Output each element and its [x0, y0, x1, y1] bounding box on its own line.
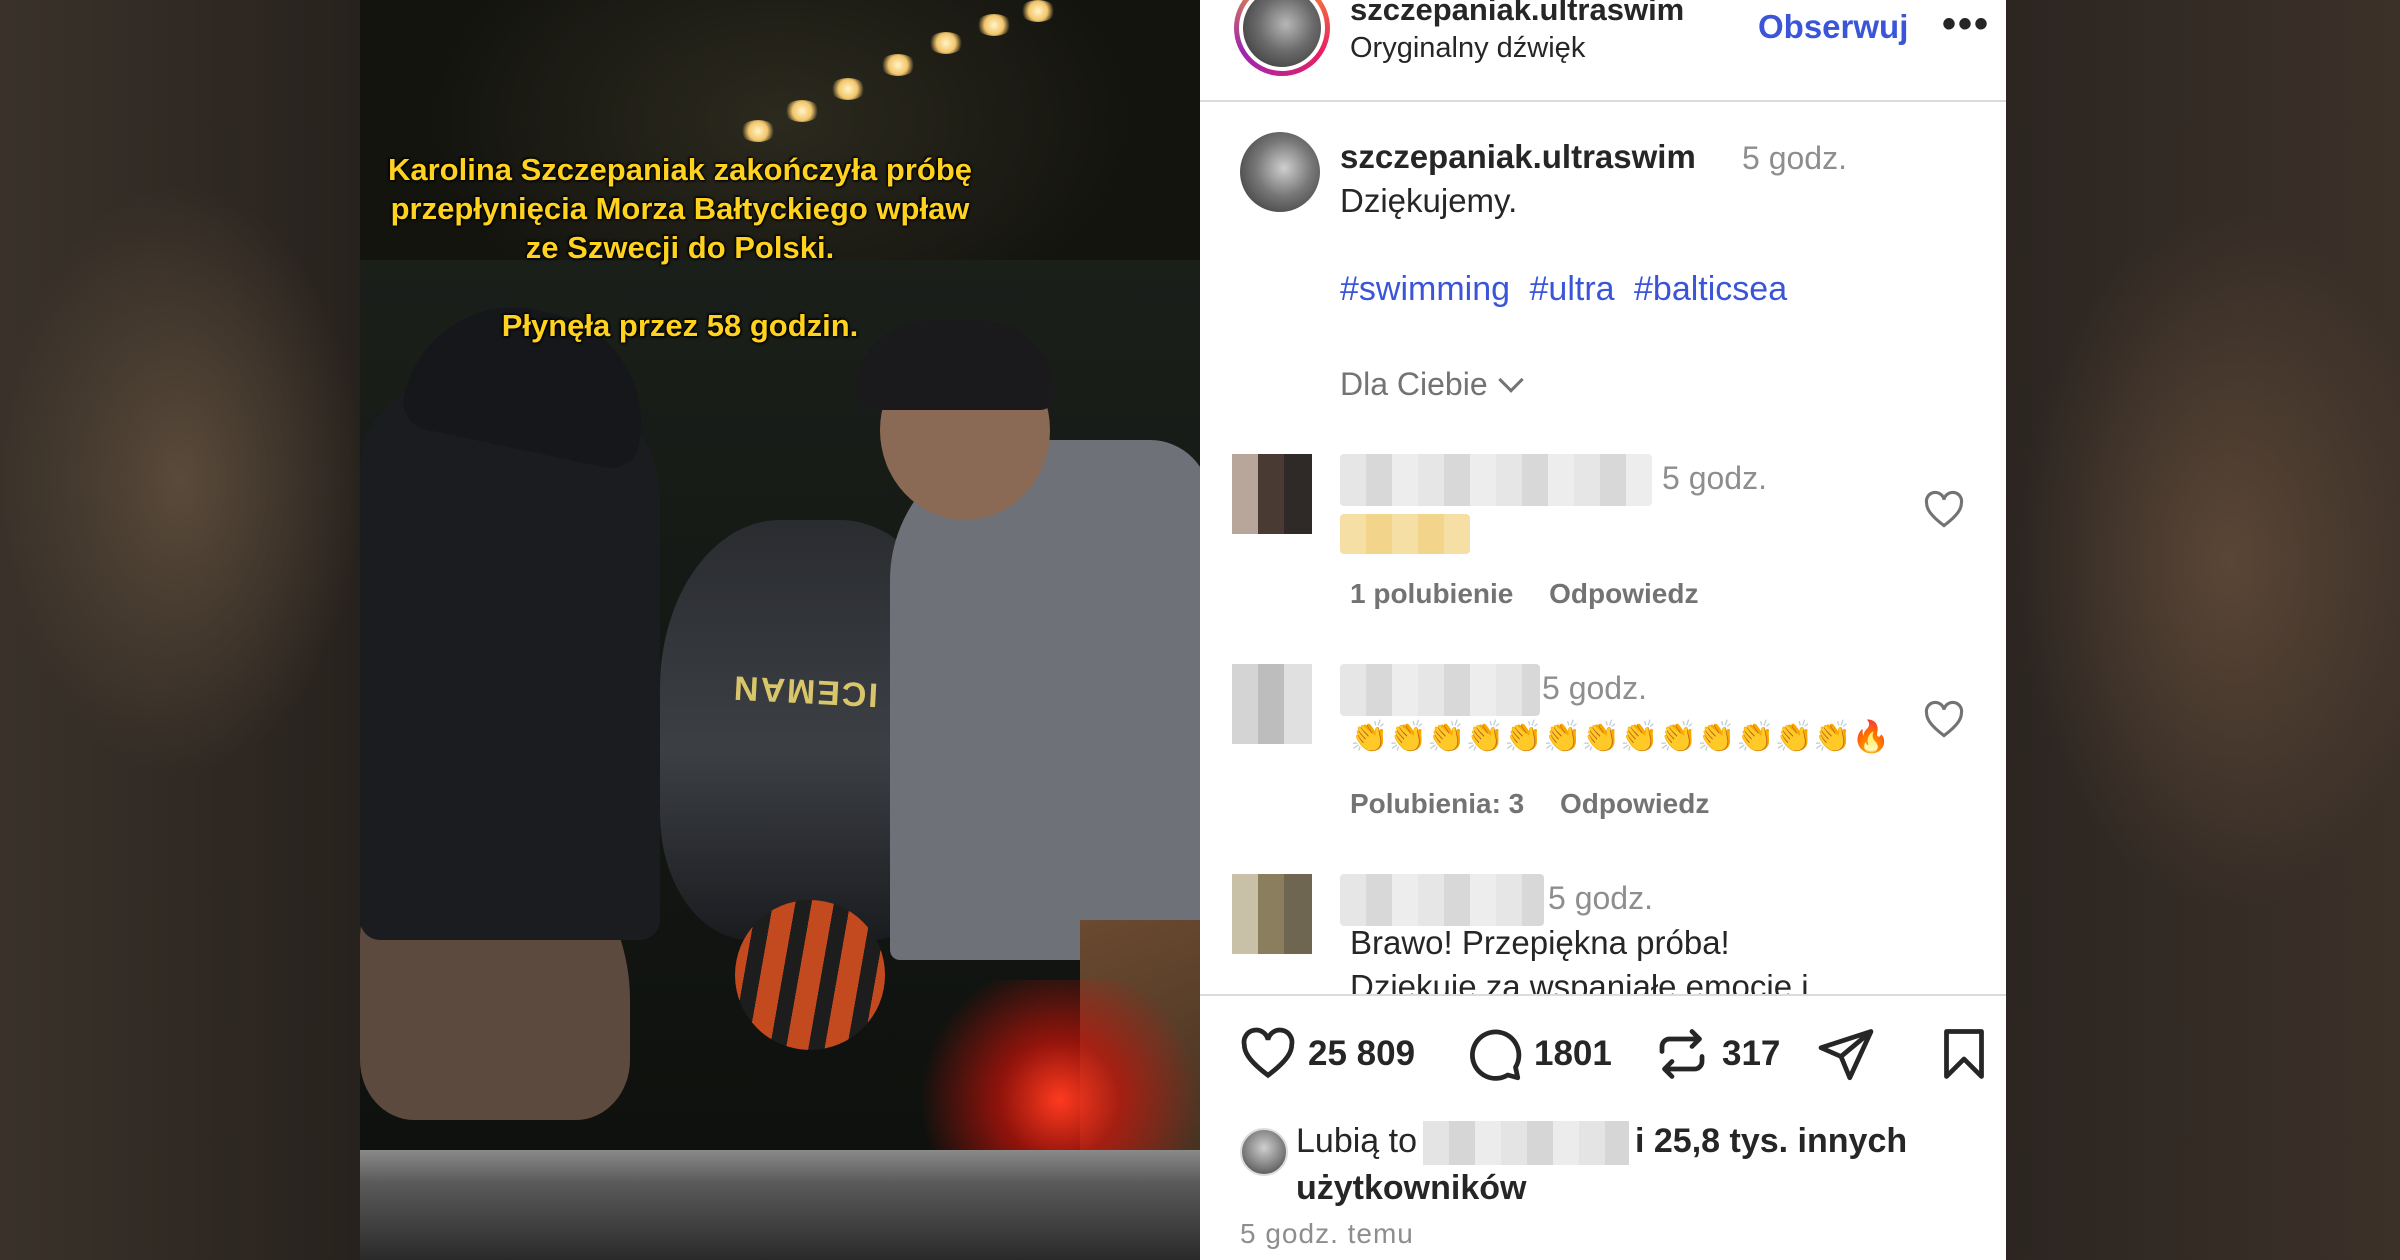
heart-icon[interactable] [1922, 488, 1966, 532]
share-button[interactable] [1816, 1024, 1876, 1084]
heart-icon[interactable] [1922, 698, 1966, 742]
post-header: szczepaniak.ultraswim Oryginalny dźwięk … [1200, 0, 2006, 102]
video-boat-edge [360, 1150, 1200, 1260]
post-panel: szczepaniak.ultraswim Oryginalny dźwięk … [1200, 0, 2006, 1260]
for-you-dropdown[interactable]: Dla Ciebie [1340, 366, 1524, 403]
comment-item: 5 godz. 👏👏👏👏👏👏👏👏👏👏👏👏👏🔥 Polubienia: 3 Odp… [1200, 664, 2006, 864]
like-button[interactable]: 25 809 [1238, 1024, 1415, 1084]
comment-meta: 1 polubienie Odpowiedz [1350, 578, 1726, 610]
comment-text: Brawo! Przepiękna próba! [1350, 924, 1730, 961]
liker-username-blurred[interactable] [1423, 1121, 1629, 1166]
comment-username-blurred [1340, 874, 1544, 926]
comments-count: 1801 [1534, 1034, 1612, 1073]
comment-time: 5 godz. [1542, 670, 1647, 706]
video-caption-line2: Płynęła przez 58 godzin. [501, 308, 859, 343]
repost-icon [1659, 1029, 1705, 1079]
hashtag-link[interactable]: #swimming [1340, 270, 1510, 308]
header-audio[interactable]: Oryginalny dźwięk [1350, 32, 1585, 65]
post-author-avatar[interactable] [1240, 132, 1320, 212]
comment-text: 👏👏👏👏👏👏👏👏👏👏👏👏👏🔥 [1350, 719, 1891, 754]
comment-item: 5 godz. Brawo! Przepiękna próba! Dziękuj… [1200, 874, 2006, 994]
chevron-down-icon [1497, 367, 1524, 393]
more-icon[interactable]: ••• [1942, 2, 1990, 47]
post-timestamp: 5 godz. temu [1240, 1218, 1414, 1249]
liker-avatar[interactable] [1240, 1128, 1288, 1176]
for-you-label: Dla Ciebie [1340, 366, 1488, 402]
hashtag-link[interactable]: #balticsea [1634, 270, 1787, 308]
repost-button[interactable]: 317 [1652, 1024, 1780, 1084]
video-caption-line1: Karolina Szczepaniak zakończyła próbę pr… [387, 152, 973, 265]
comment-text-blurred [1340, 514, 1470, 554]
heart-icon [1241, 1027, 1295, 1079]
comment-likes[interactable]: Polubienia: 3 [1350, 788, 1524, 819]
share-icon [1818, 1029, 1874, 1081]
likes-count: 25 809 [1308, 1034, 1416, 1073]
comment-likes[interactable]: 1 polubienie [1350, 578, 1513, 609]
likes-summary-text: Lubią to i 25,8 tys. innych użytkowników [1296, 1118, 1986, 1211]
comment-button[interactable]: 1801 [1464, 1024, 1612, 1084]
video-helmet [735, 900, 885, 1050]
likes-suffix-2[interactable]: użytkowników [1296, 1169, 1526, 1207]
header-avatar[interactable] [1234, 0, 1330, 76]
likes-prefix: Lubią to [1296, 1122, 1417, 1160]
comments-section[interactable]: szczepaniak.ultraswim 5 godz. Dziękujemy… [1200, 104, 2006, 994]
comment-meta: Polubienia: 3 Odpowiedz [1350, 788, 1737, 820]
post-actions: 25 809 1801 317 Lubią to i 25,8 tys. inn… [1200, 994, 2006, 1260]
comment-icon [1470, 1029, 1522, 1081]
comment-time: 5 godz. [1548, 880, 1653, 916]
comment-time: 5 godz. [1662, 460, 1767, 496]
hashtag-link[interactable]: #ultra [1530, 270, 1615, 308]
reply-button[interactable]: Odpowiedz [1549, 578, 1698, 609]
comment-avatar[interactable] [1232, 454, 1312, 534]
save-button[interactable] [1934, 1024, 1994, 1084]
follow-button[interactable]: Obserwuj [1758, 8, 1908, 46]
comment-avatar[interactable] [1232, 874, 1312, 954]
comment-avatar[interactable] [1232, 664, 1312, 744]
video-suit-label: ICEMAN [731, 668, 879, 714]
reply-button[interactable]: Odpowiedz [1560, 788, 1709, 819]
video-figure-right [890, 440, 1200, 960]
comment-username-blurred [1340, 664, 1540, 716]
comment-item: 5 godz. 1 polubienie Odpowiedz [1200, 454, 2006, 654]
post-caption: Dziękujemy. [1340, 182, 1518, 219]
post-time: 5 godz. [1742, 140, 1847, 176]
video-caption: Karolina Szczepaniak zakończyła próbę pr… [380, 150, 980, 345]
comment-text-continued: Dziękuję za wspaniałe emocje i [1350, 968, 1809, 994]
comment-username-blurred [1340, 454, 1652, 506]
likes-suffix[interactable]: i 25,8 tys. innych [1635, 1122, 1907, 1160]
post-author-username[interactable]: szczepaniak.ultraswim [1340, 138, 1696, 176]
bookmark-icon [1944, 1029, 1984, 1079]
header-username[interactable]: szczepaniak.ultraswim [1350, 0, 1684, 28]
reposts-count: 317 [1722, 1034, 1781, 1073]
post-hashtags: #swimming #ultra #balticsea [1340, 270, 1797, 309]
